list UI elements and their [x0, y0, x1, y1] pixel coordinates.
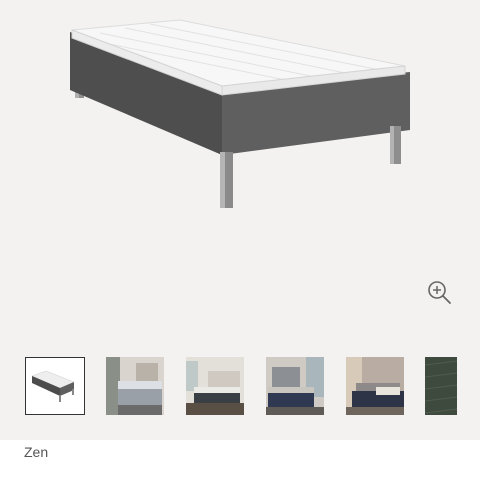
- zoom-button[interactable]: [426, 279, 454, 307]
- thumbnail-bedroom-4[interactable]: [346, 357, 404, 415]
- thumbnail-strip: [0, 345, 480, 440]
- thumbnail-fabric-swatch[interactable]: [425, 357, 457, 415]
- thumbnail-bedroom-1[interactable]: [106, 357, 164, 415]
- product-name: Zen: [24, 444, 49, 460]
- thumbnail-bed-frame[interactable]: [25, 357, 85, 415]
- product-image-area[interactable]: [0, 0, 480, 345]
- thumbnail-bedroom-3[interactable]: [266, 357, 324, 415]
- bed-image: [70, 19, 410, 208]
- product-info: Zen: [0, 440, 480, 480]
- thumbnail-bedroom-2[interactable]: [186, 357, 244, 415]
- zoom-in-icon: [428, 281, 451, 304]
